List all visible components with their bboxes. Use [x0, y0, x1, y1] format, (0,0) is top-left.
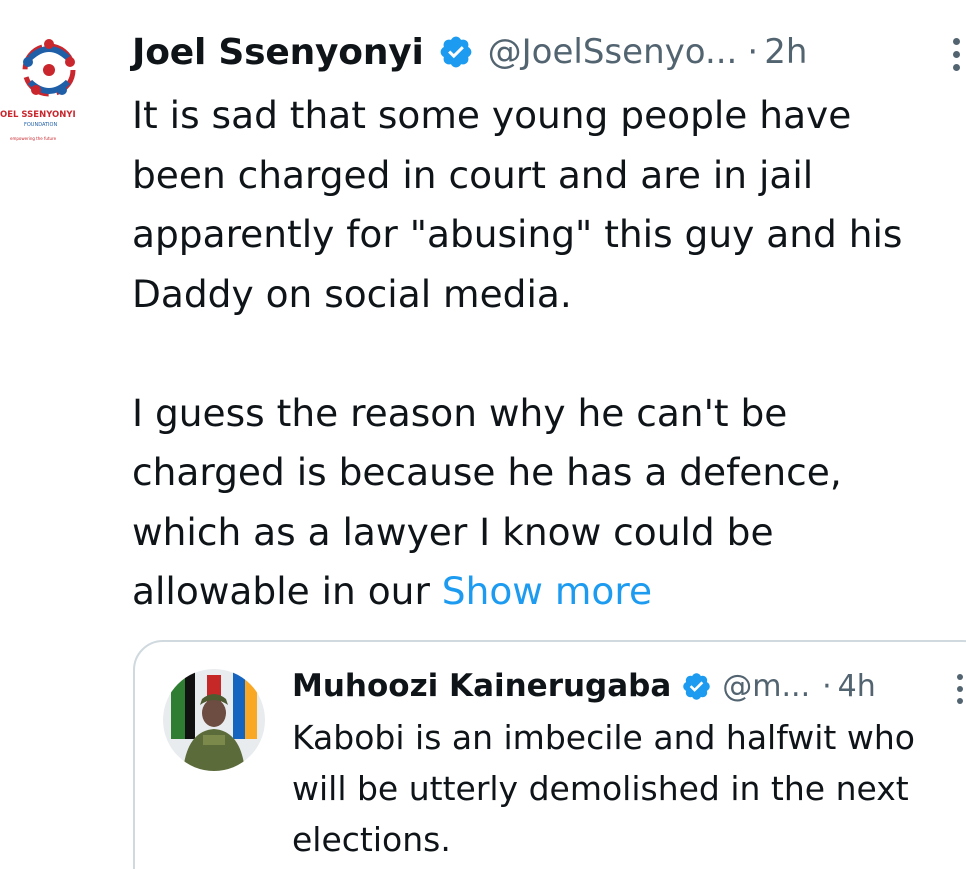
author-handle[interactable]: @JoelSsenyo... [488, 32, 738, 72]
quoted-tweet-header: Muhoozi Kainerugaba @m... · 4h [292, 662, 876, 710]
tweet-timestamp[interactable]: 2h [764, 32, 807, 72]
quoted-author-handle[interactable]: @m... [722, 669, 810, 704]
quoted-tweet-line: Kabobi is an imbecile and halfwit who [292, 718, 915, 757]
tweet-line: been charged in court and are in jail [132, 152, 814, 197]
tweet-line: allowable in our [132, 569, 442, 613]
tweet-line: which as a lawyer I know could be [132, 509, 774, 554]
logo-tagline: empowering the future [10, 136, 57, 141]
author-name[interactable]: Joel Ssenyonyi [132, 32, 424, 73]
logo-subtitle: FOUNDATION [24, 122, 57, 128]
author-avatar[interactable]: OEL SSENYONYI FOUNDATION empowering the … [0, 28, 98, 148]
foundation-logo: OEL SSENYONYI FOUNDATION empowering the … [0, 39, 76, 141]
tweet-line: apparently for "abusing" this guy and hi… [132, 212, 903, 256]
tweet-line: Daddy on social media. [132, 271, 572, 316]
quoted-tweet-line: elections. [292, 820, 451, 859]
separator-dot: · [822, 668, 832, 704]
tweet-header: Joel Ssenyonyi @JoelSsenyo... · 2h [132, 22, 807, 82]
verified-badge-icon[interactable] [681, 671, 712, 702]
tweet-text: It is sad that some young people have be… [132, 86, 962, 622]
verified-badge-icon[interactable] [438, 34, 474, 70]
tweet-line: charged is because he has a defence, [132, 450, 842, 494]
separator-dot: · [747, 32, 759, 72]
more-options-icon[interactable] [953, 38, 963, 72]
tweet-line: It is sad that some young people have [132, 93, 852, 137]
show-more-link[interactable]: Show more [442, 569, 652, 613]
quoted-tweet-line: will be utterly demolished in the next [292, 769, 909, 808]
quoted-tweet-text: Kabobi is an imbecile and halfwit who wi… [292, 712, 962, 865]
logo-title: OEL SSENYONYI [0, 110, 76, 120]
quoted-author-name[interactable]: Muhoozi Kainerugaba [292, 668, 671, 704]
more-options-icon[interactable] [957, 674, 966, 708]
tweet-line: I guess the reason why he can't be [132, 390, 788, 435]
quoted-tweet-timestamp[interactable]: 4h [838, 669, 876, 704]
tweet-last-line: allowable in our Show more [132, 562, 962, 622]
quoted-author-avatar[interactable] [163, 669, 265, 771]
